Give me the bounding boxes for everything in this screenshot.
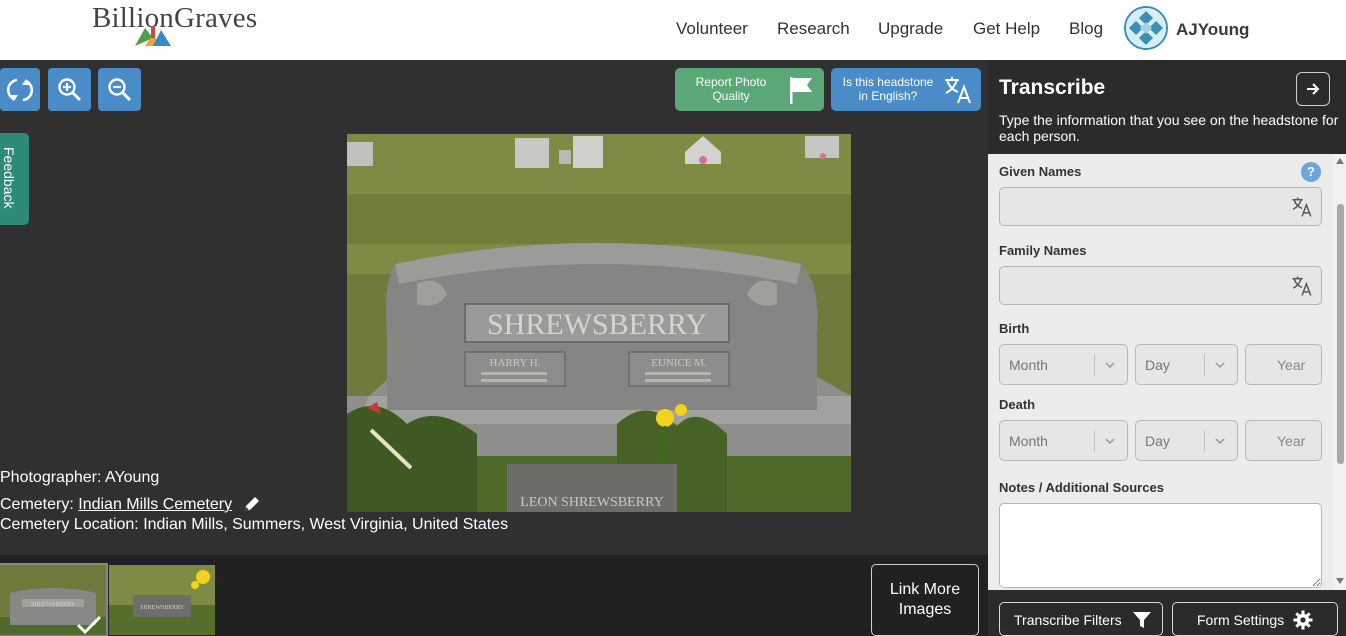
help-button[interactable]: ? xyxy=(1301,162,1321,182)
link-more-images-button[interactable]: Link More Images xyxy=(871,564,979,636)
family-names-field[interactable] xyxy=(999,266,1322,305)
death-day-select[interactable]: Day xyxy=(1135,420,1238,461)
cemetery-label: Cemetery: xyxy=(0,496,74,513)
headstone-english-button[interactable]: Is this headstone in English? xyxy=(831,68,981,111)
transcribe-panel: Transcribe Type the information that you… xyxy=(988,60,1346,636)
transcribe-title: Transcribe xyxy=(999,76,1106,99)
transcribe-header: Transcribe Type the information that you… xyxy=(988,60,1346,154)
chevron-down-icon xyxy=(1105,438,1115,445)
birth-year-input[interactable] xyxy=(1246,345,1321,384)
birth-day-select[interactable]: Day xyxy=(1135,344,1238,385)
thumbnail-1-image: SHREWSBERRY xyxy=(0,565,106,635)
given-names-label: Given Names xyxy=(999,164,1082,179)
headstone-foot-marker: LEON SHREWSBERRY xyxy=(520,495,664,510)
flag-icon xyxy=(790,77,812,104)
thumbnail-1-text: SHREWSBERRY xyxy=(31,602,76,608)
birth-day-value: Day xyxy=(1145,357,1170,373)
given-names-translate-icon[interactable] xyxy=(1291,196,1313,218)
cemetery-location-line: Cemetery Location: Indian Mills, Summers… xyxy=(0,516,508,534)
nav-get-help[interactable]: Get Help xyxy=(973,19,1040,39)
scrollbar-thumb[interactable] xyxy=(1337,204,1344,464)
family-names-translate-icon[interactable] xyxy=(1291,275,1313,297)
photo-viewer: Report Photo Quality Is this headstone i… xyxy=(0,60,988,555)
chevron-down-icon xyxy=(1215,362,1225,369)
thumbnail-2-text: SHREWSBERRY xyxy=(140,605,185,611)
death-year-input[interactable] xyxy=(1246,421,1321,460)
translate-icon xyxy=(945,77,971,104)
headstone-right-name: EUNICE M. xyxy=(651,357,707,369)
feedback-tab[interactable]: Feedback xyxy=(0,133,29,225)
headstone-left-name: HARRY H. xyxy=(490,357,541,369)
notes-textarea[interactable] xyxy=(999,503,1322,588)
filter-icon xyxy=(1133,612,1151,628)
headstone-photo[interactable]: SHREWSBERRY HARRY H. EUNICE M. LEON SHRE… xyxy=(347,134,851,512)
scroll-down-icon[interactable] xyxy=(1336,578,1344,584)
thumbnail-2-image: SHREWSBERRY xyxy=(109,565,215,635)
birth-label: Birth xyxy=(999,321,1030,336)
edit-pencil-icon[interactable] xyxy=(243,495,261,513)
report-photo-quality-button[interactable]: Report Photo Quality xyxy=(675,68,824,111)
form-scrollbar[interactable] xyxy=(1334,154,1346,590)
form-settings-button[interactable]: Form Settings xyxy=(1172,602,1338,636)
scroll-up-icon[interactable] xyxy=(1336,158,1344,164)
collapse-panel-button[interactable] xyxy=(1296,72,1330,106)
death-month-value: Month xyxy=(1009,433,1048,449)
map-pin-logo-icon xyxy=(135,26,171,46)
avatar-pattern-icon xyxy=(1126,8,1166,48)
zoom-out-button[interactable] xyxy=(98,68,141,111)
cemetery-location-label: Cemetery Location: xyxy=(0,516,139,533)
transcribe-footer: Transcribe Filters Form Settings xyxy=(988,590,1346,636)
zoom-in-button[interactable] xyxy=(48,68,91,111)
cemetery-line: Cemetery: Indian Mills Cemetery xyxy=(0,491,259,514)
nav-volunteer[interactable]: Volunteer xyxy=(676,19,748,39)
rotate-button[interactable] xyxy=(0,68,40,111)
headstone-english-label: Is this headstone in English? xyxy=(842,75,934,103)
photographer-line: Photographer: AYoung xyxy=(0,469,159,487)
death-month-select[interactable]: Month xyxy=(999,420,1128,461)
family-names-input[interactable] xyxy=(1000,267,1280,304)
thumbnail-2[interactable]: SHREWSBERRY xyxy=(109,565,215,635)
feedback-label: Feedback xyxy=(1,147,17,209)
photographer-name: AYoung xyxy=(104,469,160,486)
birth-month-value: Month xyxy=(1009,357,1048,373)
gear-icon xyxy=(1293,610,1313,630)
chevron-down-icon xyxy=(1215,438,1225,445)
nav-blog[interactable]: Blog xyxy=(1069,19,1103,39)
username[interactable]: AJYoung xyxy=(1176,20,1249,40)
rotate-icon xyxy=(6,78,34,101)
birth-year-field[interactable] xyxy=(1245,344,1322,385)
death-label: Death xyxy=(999,397,1036,412)
birth-month-select[interactable]: Month xyxy=(999,344,1128,385)
thumbnail-strip: SHREWSBERRY SHREWSBERRY Link More Images xyxy=(0,555,988,636)
cemetery-link[interactable]: Indian Mills Cemetery xyxy=(78,496,232,513)
death-day-value: Day xyxy=(1145,433,1170,449)
family-names-label: Family Names xyxy=(999,243,1087,258)
transcribe-filters-label: Transcribe Filters xyxy=(1014,612,1122,628)
logo-text: BillionGraves xyxy=(92,2,258,34)
chevron-down-icon xyxy=(1105,362,1115,369)
arrow-right-icon xyxy=(1307,83,1320,95)
headstone-surname: SHREWSBERRY xyxy=(487,308,707,341)
transcribe-description: Type the information that you see on the… xyxy=(999,112,1339,144)
top-header: BillionGraves Volunteer Research Upgrade… xyxy=(0,0,1346,60)
given-names-field[interactable] xyxy=(999,187,1322,226)
billiongraves-logo[interactable]: BillionGraves xyxy=(92,2,267,48)
zoom-in-icon xyxy=(57,77,81,101)
nav-upgrade[interactable]: Upgrade xyxy=(878,19,943,39)
transcribe-filters-button[interactable]: Transcribe Filters xyxy=(999,602,1163,636)
user-avatar[interactable] xyxy=(1124,6,1168,50)
given-names-input[interactable] xyxy=(1000,188,1280,225)
photographer-label: Photographer: xyxy=(0,469,102,486)
thumbnail-1[interactable]: SHREWSBERRY xyxy=(0,563,108,636)
cemetery-location: Indian Mills, Summers, West Virginia, Un… xyxy=(143,516,509,533)
zoom-out-icon xyxy=(107,77,131,101)
transcribe-form: ? Given Names Family Names Birth Month D… xyxy=(988,154,1334,590)
nav-research[interactable]: Research xyxy=(777,19,850,39)
death-year-field[interactable] xyxy=(1245,420,1322,461)
report-photo-quality-label: Report Photo Quality xyxy=(695,75,767,103)
form-settings-label: Form Settings xyxy=(1197,612,1285,628)
notes-label: Notes / Additional Sources xyxy=(999,480,1164,495)
